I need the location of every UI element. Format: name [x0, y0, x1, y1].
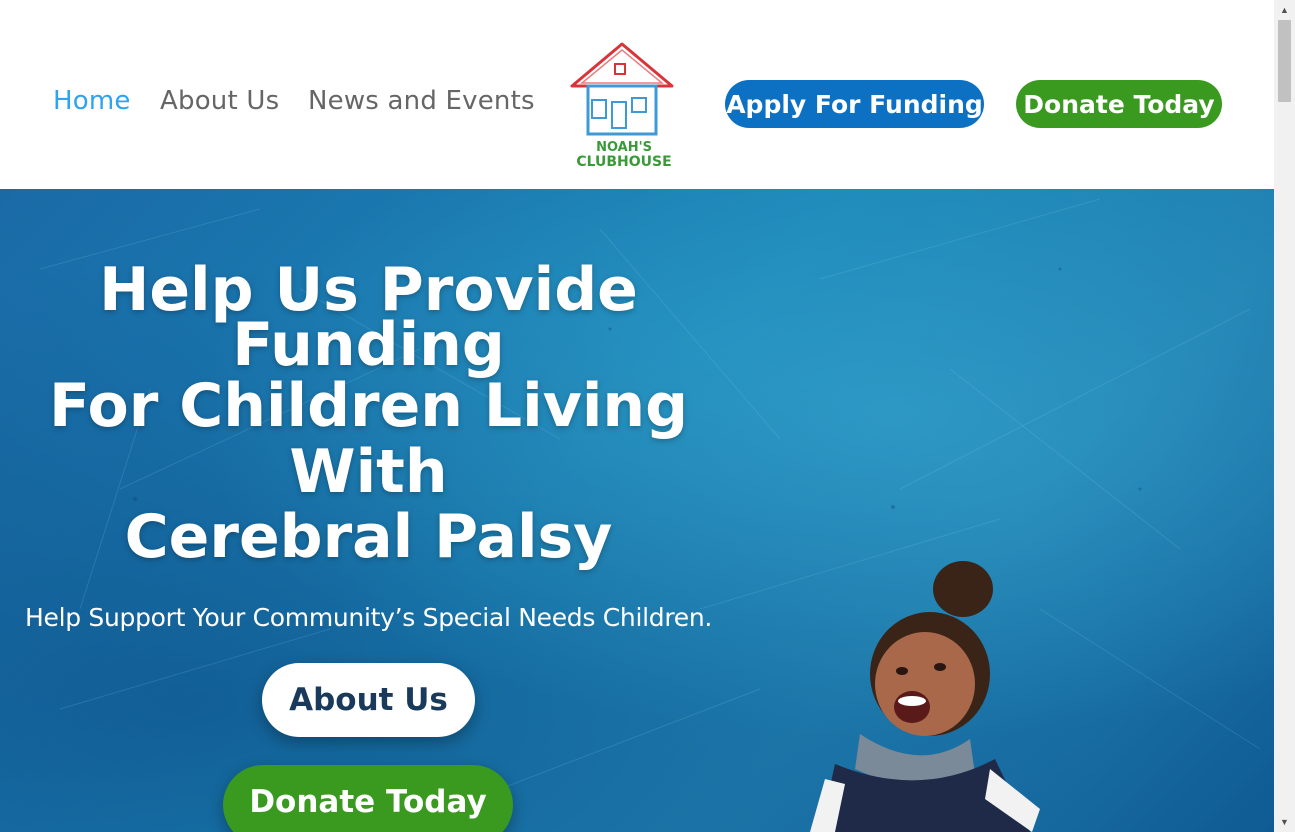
scrollbar-thumb[interactable]	[1278, 20, 1291, 102]
nav-about-link[interactable]: About Us	[160, 86, 279, 116]
donate-today-hero-button[interactable]: Donate Today	[223, 765, 513, 832]
hero-title-line1: Help Us Provide Funding	[99, 255, 638, 380]
noahs-clubhouse-logo[interactable]: NOAH'S CLUBHOUSE	[566, 40, 678, 172]
logo-text-line1: NOAH'S	[596, 140, 652, 155]
smiling-child-photo	[810, 561, 1040, 832]
hero-subtitle: Help Support Your Community’s Special Ne…	[24, 603, 713, 632]
scroll-up-arrow-icon[interactable]: ▲	[1274, 0, 1295, 17]
hero-title: Help Us Provide Funding For Children Liv…	[0, 255, 737, 572]
nav-home-link[interactable]: Home	[53, 86, 131, 116]
logo-text-line2: CLUBHOUSE	[576, 154, 671, 170]
apply-for-funding-button[interactable]: Apply For Funding	[725, 80, 984, 128]
donate-today-header-button[interactable]: Donate Today	[1016, 80, 1222, 128]
hero-section: Help Us Provide Funding For Children Liv…	[0, 189, 1274, 832]
nav-news-link[interactable]: News and Events	[308, 86, 535, 116]
scroll-down-arrow-icon[interactable]: ▼	[1274, 815, 1295, 832]
site-header: Home About Us News and Events NOAH'S CLU…	[0, 0, 1274, 189]
vertical-scrollbar[interactable]: ▲ ▼	[1274, 0, 1295, 832]
hero-title-line2: For Children Living With	[48, 371, 689, 507]
about-us-hero-button[interactable]: About Us	[262, 663, 475, 737]
hero-title-line3: Cerebral Palsy	[124, 502, 613, 572]
